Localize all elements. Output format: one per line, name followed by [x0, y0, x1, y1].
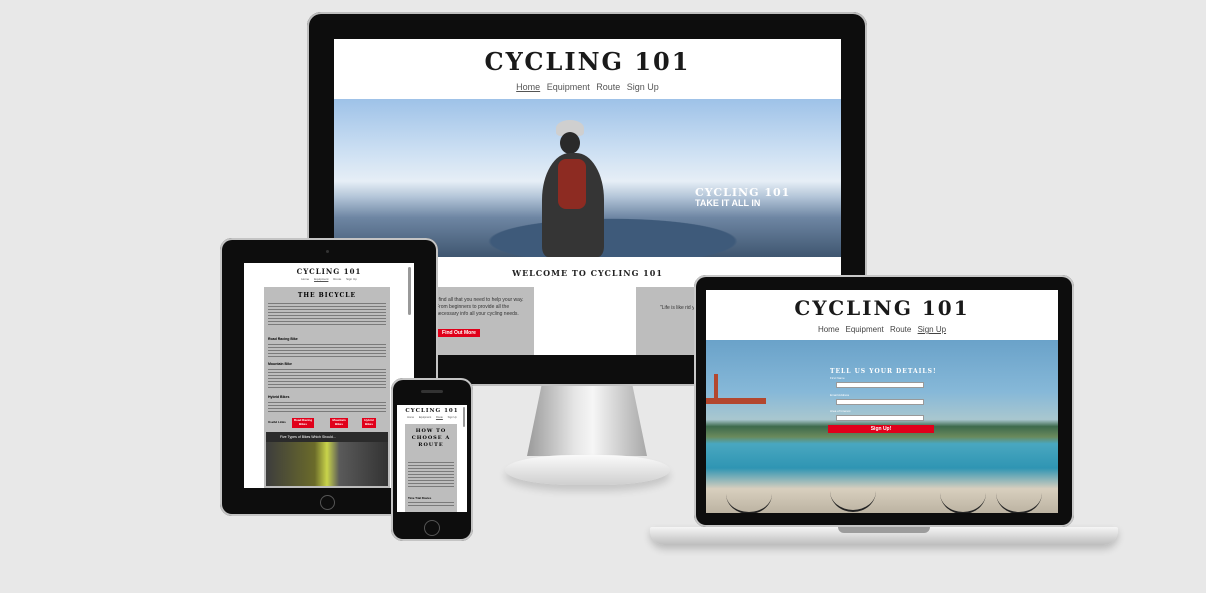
hero-subheading: TAKE IT ALL IN	[695, 198, 761, 208]
tablet-site-title: CYCLING 101	[296, 267, 362, 276]
phone-site-title: CYCLING 101	[405, 408, 459, 414]
nav-signup[interactable]: Sign Up	[627, 82, 659, 92]
nav-equipment[interactable]: Equipment	[547, 82, 590, 92]
bike-shop-scene	[266, 442, 388, 486]
phone-nav-home[interactable]: Home	[407, 416, 414, 419]
mountain-bikes-link[interactable]: Mountain Bikes	[330, 418, 348, 428]
phone-nav-route[interactable]: Route	[436, 416, 443, 419]
phone-screen: CYCLING 101 Home Equipment Route Sign Up…	[397, 405, 467, 512]
phone-home-button[interactable]	[424, 520, 440, 536]
bicycle-heading: THE BICYCLE	[297, 292, 357, 299]
intro-card: l find all that you need to help your wa…	[430, 287, 534, 355]
tablet-nav-route[interactable]: Route	[333, 277, 341, 281]
bicycle-intro-text	[268, 301, 386, 327]
mountain-bike-heading: Mountain Bike	[268, 362, 292, 366]
cyclist	[830, 470, 876, 512]
useful-links-label: Useful Links	[268, 420, 286, 424]
mountain-bike-text	[268, 367, 386, 390]
find-out-more-button[interactable]: Find Out More	[438, 329, 480, 337]
bicycle-section: THE BICYCLE Road Racing Bike Mountain Bi…	[264, 287, 390, 488]
laptop-site-title: CYCLING 101	[794, 296, 970, 320]
cyclist	[996, 472, 1042, 513]
first-name-field[interactable]	[836, 382, 924, 388]
time-trial-text	[408, 500, 454, 508]
signup-form-heading: TELL US YOUR DETAILS!	[830, 368, 937, 375]
hybrid-bike-text	[268, 400, 386, 414]
email-field[interactable]	[836, 399, 924, 405]
road-racing-link[interactable]: Road Racing Bikes	[292, 418, 314, 428]
site-title: CYCLING 101	[484, 47, 691, 76]
laptop-nav-home[interactable]: Home	[818, 325, 839, 334]
laptop-nav-route[interactable]: Route	[890, 325, 911, 334]
tablet-nav-bar: Home Equipment Route Sign Up	[244, 277, 414, 281]
monitor-stand-base	[505, 455, 670, 485]
tablet-screen: CYCLING 101 Home Equipment Route Sign Up…	[244, 263, 414, 488]
cyclist-group	[726, 460, 1046, 513]
phone-speaker	[421, 390, 443, 393]
route-section: HOW TO CHOOSE A ROUTE Time Trial Routes	[405, 424, 457, 512]
tablet-nav-equipment[interactable]: Equipment	[314, 277, 328, 281]
laptop-nav-signup[interactable]: Sign Up	[918, 325, 946, 334]
tablet-scrollbar[interactable]	[408, 267, 411, 315]
tablet-home-button[interactable]	[320, 495, 335, 510]
hybrid-bike-heading: Hybrid Bikes	[268, 395, 290, 399]
monitor-stand-neck	[527, 386, 647, 456]
hybrid-bikes-link[interactable]: Hybrid Bikes	[362, 418, 376, 428]
area-label: Area of Interest	[830, 409, 851, 413]
nav-route[interactable]: Route	[596, 82, 620, 92]
cyclist	[726, 474, 772, 513]
tablet-camera	[326, 250, 329, 253]
hero-image: CYCLING 101 TAKE IT ALL IN	[334, 99, 841, 257]
rider-head	[560, 132, 580, 154]
phone-scrollbar[interactable]	[463, 407, 465, 427]
bridge-tower	[714, 374, 718, 404]
route-text	[408, 460, 454, 489]
rider-backpack	[558, 159, 586, 209]
tablet-nav-signup[interactable]: Sign Up	[346, 277, 357, 281]
tablet-nav-home[interactable]: Home	[301, 277, 309, 281]
intro-card-text: l find all that you need to help your wa…	[436, 297, 524, 317]
youtube-video-embed[interactable]: Five Types of Bikes Which Should...	[266, 432, 388, 486]
road-bike-text	[268, 342, 386, 359]
area-field[interactable]	[836, 415, 924, 421]
video-title: Five Types of Bikes Which Should...	[280, 435, 336, 439]
phone-nav-bar: Home Equipment Route Sign Up	[397, 416, 467, 419]
laptop-nav-bar: Home Equipment Route Sign Up	[706, 325, 1058, 334]
signup-submit-button[interactable]: Sign Up!	[828, 425, 934, 433]
nav-home[interactable]: Home	[516, 82, 540, 92]
email-label: Email Address	[830, 393, 850, 397]
phone-nav-signup[interactable]: Sign Up	[448, 416, 457, 419]
route-heading: HOW TO CHOOSE A ROUTE	[411, 428, 451, 448]
nav-bar: Home Equipment Route Sign Up	[334, 82, 841, 92]
cyclist	[940, 472, 986, 513]
first-name-label: First Name	[830, 376, 845, 380]
laptop-nav-equipment[interactable]: Equipment	[846, 325, 884, 334]
laptop-screen: CYCLING 101 Home Equipment Route Sign Up…	[706, 290, 1058, 513]
laptop-hinge-notch	[838, 527, 930, 533]
phone-nav-equipment[interactable]: Equipment	[419, 416, 431, 419]
signup-background-image: TELL US YOUR DETAILS! First Name Email A…	[706, 340, 1058, 513]
road-bike-heading: Road Racing Bike	[268, 337, 298, 341]
